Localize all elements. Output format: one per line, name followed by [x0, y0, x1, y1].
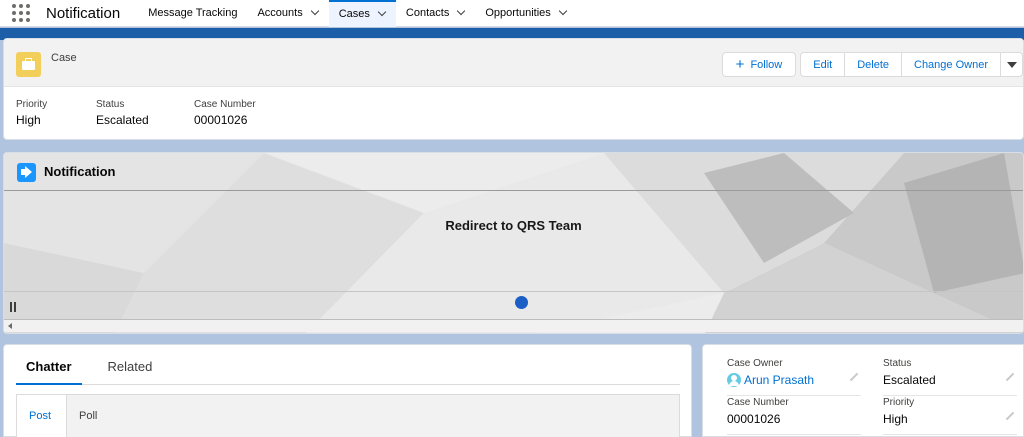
field-label: Priority	[883, 397, 915, 408]
field-status: Status Escalated	[883, 358, 1017, 396]
field-label: Priority	[16, 99, 48, 110]
chevron-down-icon[interactable]	[378, 10, 386, 18]
avatar-icon	[727, 373, 741, 387]
nav-item-contacts[interactable]: Contacts	[396, 0, 475, 27]
follow-button[interactable]: + Follow	[721, 52, 797, 77]
plus-icon: +	[735, 56, 745, 73]
highlight-status: Status Escalated	[96, 99, 149, 127]
field-case-owner: Case Owner Arun Prasath	[727, 358, 861, 396]
horizontal-scrollbar[interactable]	[4, 319, 1023, 332]
follow-label: Follow	[750, 58, 783, 71]
field-value: 00001026	[194, 113, 248, 127]
field-label: Case Number	[194, 99, 256, 110]
record-header: Case + Follow Edit Delete Change Owner P…	[3, 38, 1024, 140]
tab-chatter[interactable]: Chatter	[16, 359, 82, 385]
field-label: Case Owner	[727, 358, 783, 369]
chatter-tabs: Chatter Related	[16, 359, 680, 385]
notification-component: Notification Redirect to QRS Team	[3, 152, 1024, 334]
chevron-down-icon[interactable]	[457, 9, 465, 17]
chevron-down-icon[interactable]	[311, 9, 319, 17]
app-launcher-icon[interactable]	[12, 4, 30, 22]
record-actions: + Follow Edit Delete Change Owner	[721, 52, 1023, 77]
publisher: Post Poll	[16, 394, 680, 437]
field-value: Escalated	[883, 373, 936, 387]
record-header-top: Case + Follow Edit Delete Change Owner	[4, 39, 1023, 87]
highlight-priority: Priority High	[16, 99, 47, 127]
edit-button[interactable]: Edit	[800, 52, 846, 77]
publisher-tab-post[interactable]: Post	[17, 395, 67, 437]
field-value: Escalated	[96, 113, 149, 127]
nav-item-accounts[interactable]: Accounts	[247, 0, 328, 27]
pause-icon[interactable]	[9, 302, 19, 314]
details-card: Case Owner Arun Prasath Status Escalated…	[702, 344, 1024, 437]
field-case-number: Case Number 00001026	[727, 397, 861, 435]
change-owner-button[interactable]: Change Owner	[902, 52, 1001, 77]
divider	[4, 291, 1023, 292]
nav-item-message-tracking[interactable]: Message Tracking	[138, 0, 247, 27]
notification-header: Notification	[4, 153, 1023, 191]
carousel-indicator-dot[interactable]	[515, 296, 528, 309]
megaphone-icon	[17, 163, 36, 182]
chatter-card: Chatter Related Post Poll	[3, 344, 692, 437]
field-label: Case Number	[727, 397, 789, 408]
field-label: Status	[96, 99, 125, 110]
field-value: 00001026	[727, 412, 781, 426]
field-value: High	[883, 412, 908, 426]
app-name: Notification	[46, 4, 121, 22]
nav-item-label: Message Tracking	[148, 7, 238, 19]
nav-item-label: Accounts	[257, 7, 303, 19]
more-actions-button[interactable]	[1001, 52, 1023, 77]
chevron-down-icon[interactable]	[559, 9, 567, 17]
case-owner-value[interactable]: Arun Prasath	[727, 373, 861, 387]
tab-related[interactable]: Related	[98, 359, 163, 385]
delete-button[interactable]: Delete	[845, 52, 902, 77]
field-value: High	[16, 113, 41, 127]
global-nav: Notification Message Tracking Accounts C…	[0, 0, 1024, 27]
notification-message: Redirect to QRS Team	[445, 218, 582, 233]
nav-item-label: Opportunities	[485, 7, 551, 19]
notification-title: Notification	[44, 164, 116, 179]
caret-down-icon	[1006, 61, 1017, 68]
nav-item-cases[interactable]: Cases	[328, 0, 396, 27]
field-priority: Priority High	[883, 397, 1017, 435]
object-label: Case	[51, 52, 77, 64]
nav-item-opportunities[interactable]: Opportunities	[475, 0, 576, 27]
nav-item-label: Contacts	[405, 7, 450, 19]
case-icon	[16, 52, 41, 77]
field-label: Status	[883, 358, 912, 369]
nav-item-label: Cases	[338, 8, 370, 20]
publisher-tab-poll[interactable]: Poll	[67, 395, 109, 437]
case-owner-link[interactable]: Arun Prasath	[744, 373, 814, 387]
highlight-case-number: Case Number 00001026	[194, 99, 256, 127]
scroll-left-icon[interactable]	[8, 323, 12, 329]
